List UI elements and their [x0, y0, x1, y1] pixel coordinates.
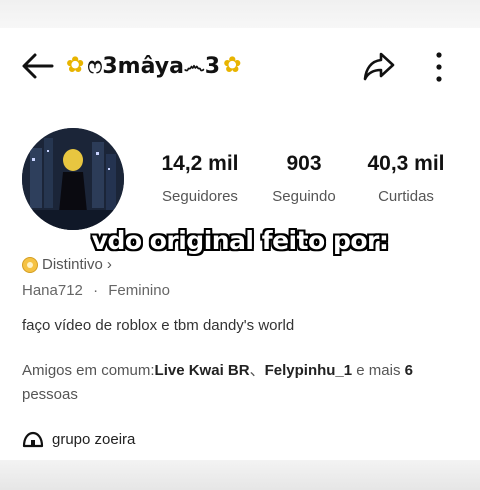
following-label: Seguindo	[272, 188, 336, 205]
status-area	[0, 0, 480, 28]
mutual-prefix: Amigos em comum:	[22, 362, 155, 379]
mutual-friend-1[interactable]: Live Kwai BR	[155, 362, 250, 379]
bottom-edge	[0, 460, 480, 490]
mutual-friend-2[interactable]: Felypinhu_1	[265, 362, 353, 379]
gender: Feminino	[108, 282, 170, 299]
video-caption-overlay: vdo original feito por:	[91, 226, 389, 255]
flower-icon: ✿	[223, 53, 242, 78]
avatar[interactable]	[22, 128, 124, 230]
following-count: 903	[286, 152, 322, 175]
arrow-left-icon[interactable]	[20, 52, 56, 80]
mutual-suffix: pessoas	[22, 386, 78, 403]
mutual-count: 6	[404, 362, 413, 379]
badge-icon	[22, 256, 38, 273]
share-icon[interactable]	[362, 50, 396, 82]
group-icon	[22, 431, 44, 448]
likes-count: 40,3 mil	[367, 152, 445, 175]
group-link[interactable]: grupo zoeira	[22, 430, 135, 448]
badge-link[interactable]: Distintivo ›	[22, 256, 112, 273]
profile-title: ✿ ෆ3mâya෴3 ✿	[66, 48, 242, 84]
user-meta: Hana712 · Feminino	[22, 282, 170, 299]
mutual-sep: 、	[249, 362, 265, 379]
meta-separator: ·	[93, 282, 99, 299]
stat-likes[interactable]: 40,3 mil Curtidas	[358, 152, 454, 205]
profile-name: ෆ3mâya෴3	[87, 53, 221, 79]
flower-icon: ✿	[66, 53, 85, 78]
chevron-right-icon: ›	[106, 256, 112, 273]
stat-followers[interactable]: 14,2 mil Seguidores	[150, 152, 250, 205]
avatar-image	[22, 128, 124, 230]
stat-following[interactable]: 903 Seguindo	[262, 152, 346, 205]
group-label: grupo zoeira	[52, 430, 136, 448]
bio: faço vídeo de roblox e tbm dandy's world	[22, 317, 295, 334]
more-vertical-icon[interactable]	[430, 50, 448, 84]
likes-label: Curtidas	[378, 188, 434, 205]
followers-count: 14,2 mil	[161, 152, 239, 175]
profile-header: ✿ ෆ3mâya෴3 ✿	[0, 28, 480, 100]
followers-label: Seguidores	[162, 188, 238, 205]
mutual-middle: e mais	[352, 362, 405, 379]
mutual-friends[interactable]: Amigos em comum:Live Kwai BR、Felypinhu_1…	[22, 359, 452, 407]
username: Hana712	[22, 282, 83, 299]
badge-label: Distintivo	[42, 256, 103, 273]
